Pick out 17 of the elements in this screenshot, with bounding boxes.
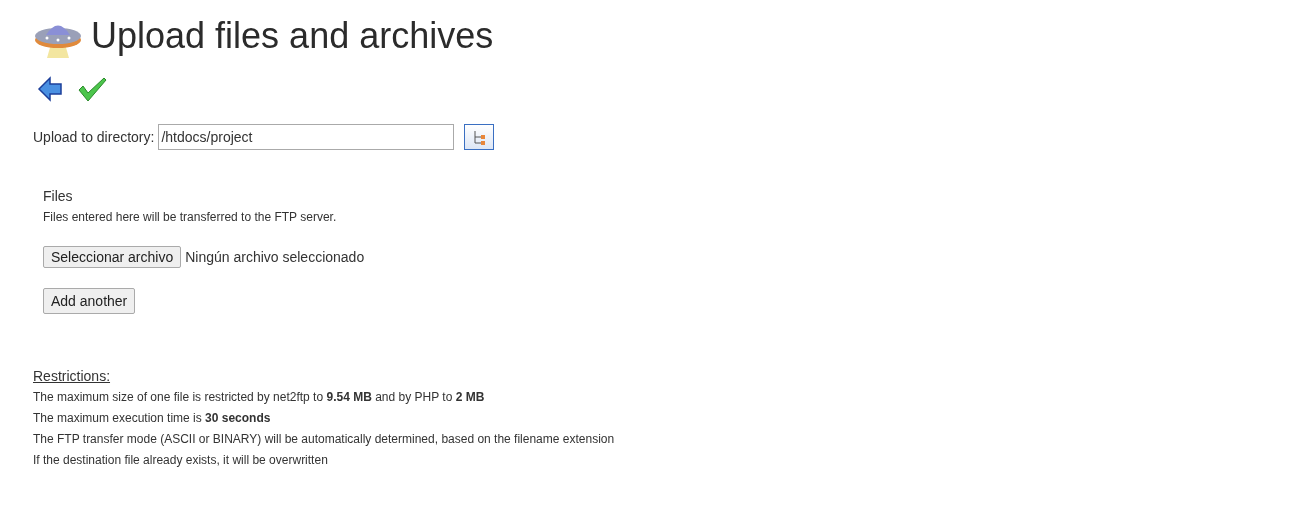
files-heading: Files: [43, 188, 74, 204]
page-title: Upload files and archives: [91, 15, 494, 57]
add-another-button[interactable]: Add another: [43, 288, 136, 314]
choose-file-button[interactable]: Seleccionar archivo: [43, 246, 182, 268]
restriction-text: The maximum execution time is 30 seconds: [33, 410, 272, 427]
restriction-text: If the destination file already exists, it will be overwritten: [33, 452, 329, 469]
tree-icon: [471, 129, 488, 145]
file-status: Ningún archivo seleccionado: [185, 249, 365, 265]
directory-label: Upload to directory:: [33, 129, 155, 145]
browse-directory-button[interactable]: [464, 124, 495, 150]
restriction-text: The maximum size of one file is restricted by net2ftp to 9.54 MB and by PHP to 2 MB: [33, 389, 486, 406]
back-arrow-icon[interactable]: [37, 76, 63, 102]
restriction-text: The FTP transfer mode (ASCII or BINARY) will be automatically determined, based on the filename extension: [33, 431, 616, 448]
restrictions-heading: Restrictions:: [33, 367, 112, 386]
directory-field[interactable]: /htdocs/project: [158, 124, 455, 150]
checkmark-icon[interactable]: [77, 76, 107, 102]
files-description: Files entered here will be transferred to the FTP server.: [43, 210, 338, 224]
